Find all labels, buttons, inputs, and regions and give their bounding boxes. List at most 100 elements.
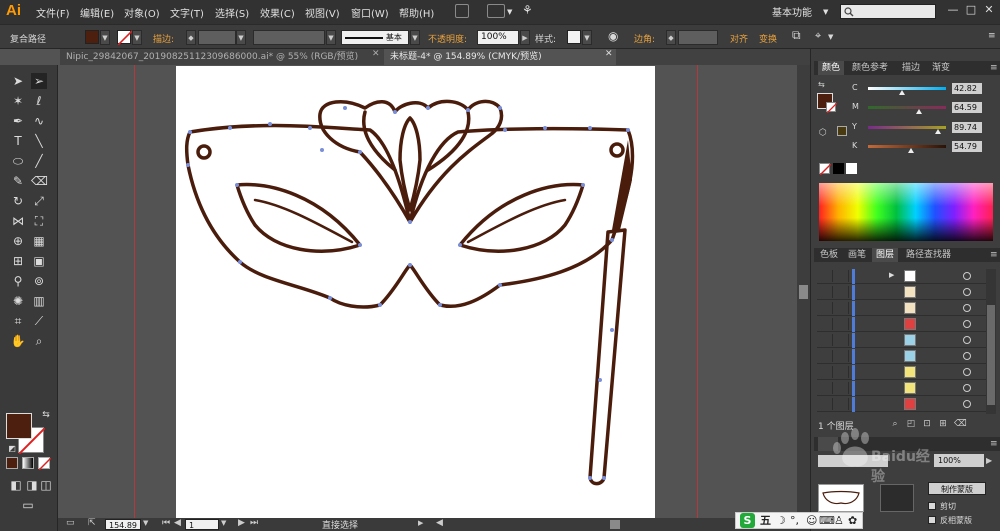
horizontal-scroll-thumb[interactable] — [610, 520, 620, 529]
target-circle-icon[interactable] — [963, 368, 971, 376]
tab-layers[interactable]: 图层 — [872, 248, 899, 262]
layer-row[interactable] — [817, 301, 986, 316]
visibility-toggle[interactable] — [819, 270, 833, 282]
ime-emoji-icon[interactable]: ☺ — [806, 513, 817, 528]
cyan-slider-knob[interactable] — [898, 90, 905, 95]
ime-half-width-icon[interactable]: ☽ — [776, 513, 786, 528]
panel-stroke-swatch[interactable] — [826, 102, 838, 114]
layer-row[interactable] — [817, 349, 986, 364]
color-spectrum[interactable] — [819, 183, 993, 241]
tab-gradient[interactable]: 渐变 — [928, 61, 954, 75]
ime-keyboard-icon[interactable]: ⌨ — [819, 513, 835, 528]
current-tool-status: 直接选择 — [322, 521, 359, 531]
visibility-toggle[interactable] — [819, 382, 833, 394]
expand-layer-icon[interactable]: ▶ — [889, 271, 894, 279]
tab-brushes[interactable]: 画笔 — [844, 248, 870, 262]
canvas-scroll-thumb[interactable] — [799, 285, 808, 299]
share-document-icon[interactable]: ⇱ — [88, 518, 96, 528]
lock-toggle[interactable] — [835, 366, 849, 378]
invert-mask-checkbox[interactable] — [928, 516, 936, 524]
visibility-toggle[interactable] — [819, 350, 833, 362]
tab-stroke[interactable]: 描边 — [898, 61, 924, 75]
object-thumbnail[interactable] — [818, 484, 864, 512]
ime-user-icon[interactable]: ♙ — [834, 513, 844, 528]
target-circle-icon[interactable] — [963, 272, 971, 280]
layers-panel-menu-icon[interactable]: ≡ — [986, 248, 1000, 262]
black-slider-knob[interactable] — [907, 148, 914, 153]
target-circle-icon[interactable] — [963, 400, 971, 408]
layer-row[interactable] — [817, 381, 986, 396]
visibility-toggle[interactable] — [819, 302, 833, 314]
lock-toggle[interactable] — [835, 334, 849, 346]
visibility-toggle[interactable] — [819, 318, 833, 330]
first-artboard-icon[interactable]: ⏮ — [162, 518, 170, 528]
visibility-toggle[interactable] — [819, 334, 833, 346]
ime-punctuation-icon[interactable]: °, — [790, 513, 799, 528]
scroll-left-icon[interactable]: ◀ — [436, 518, 443, 528]
layer-row[interactable] — [817, 317, 986, 332]
yellow-value-field[interactable]: 89.74 — [952, 122, 982, 133]
clip-checkbox[interactable] — [928, 502, 936, 510]
lock-toggle[interactable] — [835, 270, 849, 282]
tab-pathfinder[interactable]: 路径查找器 — [902, 248, 955, 262]
artboard-number-field[interactable]: 1 — [185, 519, 219, 530]
yellow-slider-knob[interactable] — [935, 129, 942, 134]
zoom-dropdown-icon[interactable]: ▼ — [143, 519, 148, 527]
color-panel-menu-icon[interactable]: ≡ — [986, 61, 1000, 75]
layer-row[interactable] — [817, 365, 986, 380]
create-new-layer-icon[interactable]: ⊞ — [938, 419, 948, 429]
magenta-slider[interactable] — [868, 106, 946, 109]
swap-colors-icon[interactable]: ⇆ — [818, 80, 825, 89]
layer-row[interactable] — [817, 397, 986, 412]
make-mask-button[interactable]: 制作蒙版 — [928, 482, 986, 495]
status-menu-icon[interactable]: ▶ — [418, 519, 423, 527]
previous-artboard-icon[interactable]: ◀ — [174, 518, 181, 528]
target-circle-icon[interactable] — [963, 304, 971, 312]
tab-swatches[interactable]: 色板 — [816, 248, 842, 262]
visibility-toggle[interactable] — [819, 398, 833, 410]
lock-toggle[interactable] — [835, 286, 849, 298]
tab-color-guide[interactable]: 颜色参考 — [848, 61, 892, 75]
layers-scroll-thumb[interactable] — [987, 305, 995, 405]
magenta-slider-knob[interactable] — [915, 109, 922, 114]
target-circle-icon[interactable] — [963, 288, 971, 296]
closest-gamut-swatch[interactable] — [837, 126, 847, 136]
transparency-menu-icon[interactable]: ≡ — [986, 437, 1000, 451]
visibility-toggle[interactable] — [819, 286, 833, 298]
black-color-button[interactable] — [833, 163, 844, 174]
transparency-opacity-field[interactable]: 100% — [934, 454, 984, 467]
target-circle-icon[interactable] — [963, 352, 971, 360]
zoom-level-field[interactable]: 154.89 — [105, 519, 141, 530]
visibility-toggle[interactable] — [819, 366, 833, 378]
target-circle-icon[interactable] — [963, 320, 971, 328]
cyan-value-field[interactable]: 42.82 — [952, 83, 982, 94]
transparency-opacity-stepper[interactable]: ▶ — [986, 456, 992, 465]
lock-toggle[interactable] — [835, 398, 849, 410]
out-of-gamut-icon[interactable]: ⬡ — [819, 128, 827, 138]
target-circle-icon[interactable] — [963, 336, 971, 344]
cyan-slider[interactable] — [868, 87, 946, 90]
mask-thumbnail-slot[interactable] — [880, 484, 914, 512]
artboard-navigation-icon[interactable]: ▭ — [66, 518, 75, 528]
next-artboard-icon[interactable]: ▶ — [238, 518, 245, 528]
delete-layer-icon[interactable]: ⌫ — [954, 419, 967, 429]
white-color-button[interactable] — [846, 163, 857, 174]
layer-row[interactable]: ▶ — [817, 269, 986, 284]
artboard-dropdown-icon[interactable]: ▼ — [221, 519, 226, 527]
target-circle-icon[interactable] — [963, 384, 971, 392]
none-color-button[interactable] — [819, 163, 832, 176]
lock-toggle[interactable] — [835, 318, 849, 330]
tab-color[interactable]: 颜色 — [818, 61, 845, 75]
lock-toggle[interactable] — [835, 382, 849, 394]
magenta-value-field[interactable]: 64.59 — [952, 102, 982, 113]
black-value-field[interactable]: 54.79 — [952, 141, 982, 152]
last-artboard-icon[interactable]: ⏭ — [250, 518, 258, 528]
lock-toggle[interactable] — [835, 350, 849, 362]
layer-row[interactable] — [817, 333, 986, 348]
ime-mode-label[interactable]: 五 — [760, 513, 771, 528]
ime-logo-icon[interactable]: S — [740, 513, 755, 528]
layer-row[interactable] — [817, 285, 986, 300]
lock-toggle[interactable] — [835, 302, 849, 314]
cyan-channel-row: C 42.82 — [852, 83, 992, 95]
ime-skin-icon[interactable]: ✿ — [848, 513, 857, 528]
